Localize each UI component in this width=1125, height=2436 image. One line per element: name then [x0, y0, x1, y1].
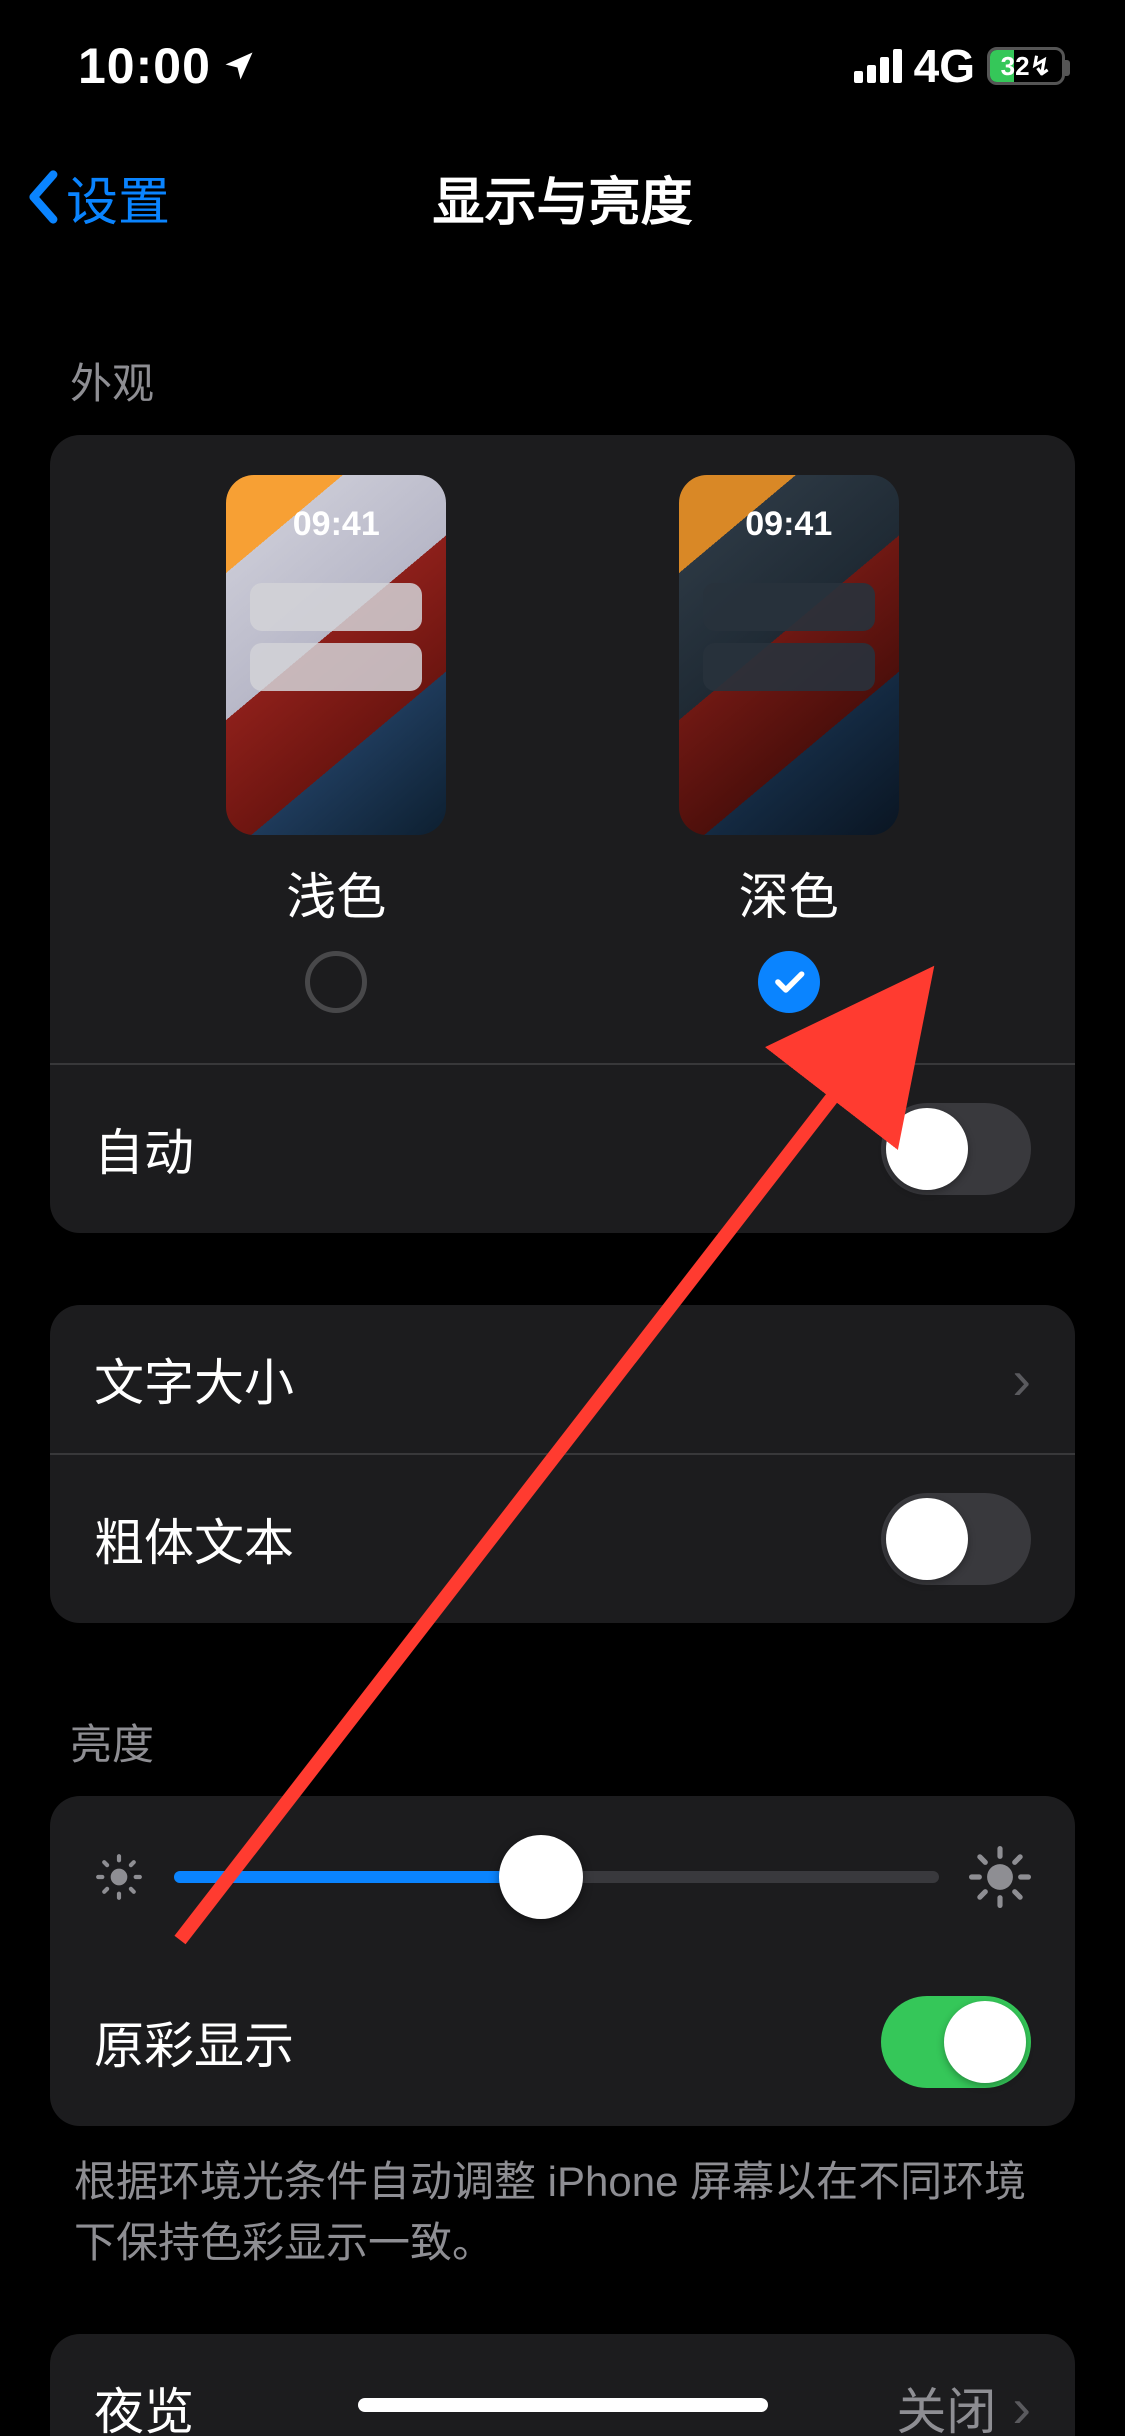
true-tone-cell: 原彩显示 — [50, 1958, 1075, 2126]
night-shift-group: 夜览 关闭 › — [50, 2334, 1075, 2436]
auto-toggle[interactable] — [881, 1103, 1031, 1195]
network-label: 4G — [914, 39, 975, 93]
text-size-cell[interactable]: 文字大小 › — [50, 1305, 1075, 1453]
status-time-region: 10:00 — [78, 37, 257, 95]
text-group: 文字大小 › 粗体文本 — [50, 1305, 1075, 1623]
appearance-option-light[interactable]: 09:41 浅色 — [226, 475, 446, 1013]
chevron-right-icon: › — [1012, 2375, 1031, 2436]
home-indicator[interactable] — [358, 2398, 768, 2412]
true-tone-label: 原彩显示 — [94, 2006, 294, 2078]
dark-preview-icon: 09:41 — [679, 475, 899, 835]
status-time: 10:00 — [78, 37, 211, 95]
brightness-header: 亮度 — [50, 1623, 1075, 1796]
auto-appearance-cell: 自动 — [50, 1065, 1075, 1233]
true-tone-note: 根据环境光条件自动调整 iPhone 屏幕以在不同环境下保持色彩显示一致。 — [50, 2126, 1075, 2274]
light-label: 浅色 — [286, 857, 386, 929]
bold-text-toggle[interactable] — [881, 1493, 1031, 1585]
brightness-slider-cell — [50, 1796, 1075, 1958]
night-shift-cell[interactable]: 夜览 关闭 › — [50, 2334, 1075, 2436]
sun-small-icon — [94, 1852, 144, 1902]
night-shift-value: 关闭 — [896, 2372, 996, 2436]
appearance-header: 外观 — [50, 262, 1075, 435]
brightness-slider[interactable] — [174, 1871, 939, 1883]
signal-icon — [854, 49, 902, 83]
auto-label: 自动 — [94, 1113, 194, 1185]
check-icon — [770, 963, 808, 1001]
appearance-option-dark[interactable]: 09:41 深色 — [679, 475, 899, 1013]
page-title: 显示与亮度 — [0, 160, 1125, 235]
location-icon — [221, 48, 257, 84]
light-radio[interactable] — [305, 951, 367, 1013]
status-bar: 10:00 4G 32↯ — [0, 0, 1125, 132]
status-right: 4G 32↯ — [854, 39, 1065, 93]
battery-icon: 32↯ — [987, 47, 1065, 85]
chevron-right-icon: › — [1012, 1347, 1031, 1412]
dark-label: 深色 — [739, 857, 839, 929]
bold-text-label: 粗体文本 — [94, 1503, 294, 1575]
bold-text-cell: 粗体文本 — [50, 1453, 1075, 1623]
true-tone-toggle[interactable] — [881, 1996, 1031, 2088]
night-shift-label: 夜览 — [94, 2372, 194, 2436]
nav-bar: 设置 显示与亮度 — [0, 132, 1125, 262]
text-size-label: 文字大小 — [94, 1343, 294, 1415]
dark-radio[interactable] — [758, 951, 820, 1013]
appearance-group: 09:41 浅色 09:41 深色 — [50, 435, 1075, 1233]
brightness-group: 原彩显示 — [50, 1796, 1075, 2126]
light-preview-icon: 09:41 — [226, 475, 446, 835]
sun-large-icon — [969, 1846, 1031, 1908]
